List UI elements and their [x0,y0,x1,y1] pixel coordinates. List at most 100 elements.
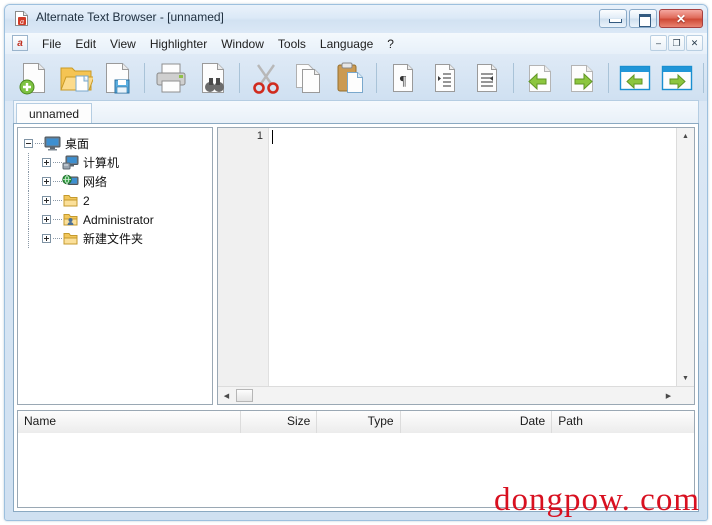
pilcrow-icon: ¶ [393,64,413,92]
user-folder-icon [62,212,79,227]
previous-document-button[interactable] [519,57,561,99]
maximize-button[interactable] [629,9,657,28]
expand-icon[interactable] [42,177,51,186]
tree-item-new-folder[interactable]: 新建文件夹 [24,229,212,248]
close-icon: ✕ [675,11,687,26]
title-bar[interactable]: a Alternate Text Browser - [unnamed] ✕ [5,5,707,34]
expand-icon[interactable] [42,215,51,224]
indent-button[interactable] [424,57,466,99]
text-editor-pane[interactable]: 1 ▲ ▼ ◀ ▶ [217,127,695,405]
tree-item-network[interactable]: 网络 [24,172,212,191]
next-window-button[interactable] [656,57,698,99]
maximize-icon [639,14,651,27]
tree-item-desktop[interactable]: 桌面 [24,134,212,153]
line-number-gutter: 1 [218,128,269,387]
show-marks-button[interactable]: ¶ [382,57,424,99]
close-button[interactable]: ✕ [659,9,703,28]
tree-item-label: 新建文件夹 [83,232,144,246]
expand-icon[interactable] [42,158,51,167]
toolbar-separator [144,63,145,93]
scroll-down-button[interactable]: ▼ [677,370,694,387]
tree-item-label: Administrator [83,212,154,227]
tree-item-label: 2 [83,193,90,208]
folder-tree-pane[interactable]: 桌面 计算机 网络 2 Administrator 新建文件夹 [17,127,213,405]
new-document-icon [19,63,45,95]
window-title: Alternate Text Browser - [unnamed] [36,10,224,24]
text-editor-area[interactable] [269,128,677,387]
scroll-right-button[interactable]: ▶ [660,387,677,404]
folder-icon [62,231,79,246]
monitor-icon [44,136,61,151]
menu-edit[interactable]: Edit [68,35,103,53]
menu-language[interactable]: Language [313,35,380,53]
app-document-a-icon: a [13,10,30,27]
clipboard-paste-icon [337,62,363,93]
tree-item-label: 桌面 [65,137,90,151]
expand-icon[interactable] [42,196,51,205]
new-document-button[interactable] [13,57,55,99]
menu-window[interactable]: Window [214,35,271,53]
open-file-button[interactable] [55,57,97,99]
tab-unnamed[interactable]: unnamed [16,103,93,125]
svg-text:¶: ¶ [400,74,407,89]
tree-connector [53,237,62,240]
column-header-size[interactable]: Size [241,411,318,433]
copy-pages-icon [296,64,320,93]
tree-connector [35,142,44,145]
menu-items: File Edit View Highlighter Window Tools … [35,33,401,54]
expand-icon[interactable] [42,234,51,243]
paste-button[interactable] [329,57,371,99]
tree-indent [24,172,42,191]
horizontal-scroll-thumb[interactable] [236,389,253,402]
line-number: 1 [256,130,263,142]
tree-item-computer[interactable]: 计算机 [24,153,212,172]
cut-button[interactable] [245,57,287,99]
collapse-icon[interactable] [24,139,33,148]
menu-tools[interactable]: Tools [271,35,313,53]
mdi-document-icon[interactable]: a [12,35,28,51]
toolbar-separator [703,63,704,93]
scroll-left-button[interactable]: ◀ [218,387,235,404]
text-caret [272,130,273,144]
previous-window-button[interactable] [614,57,656,99]
mdi-close-button[interactable]: ✕ [686,35,703,51]
print-button[interactable] [150,57,192,99]
column-header-path[interactable]: Path [552,411,694,433]
editor-vertical-scrollbar[interactable]: ▲ ▼ [676,128,694,387]
computer-icon [62,155,79,170]
scroll-up-button[interactable]: ▲ [677,128,694,145]
menu-highlighter[interactable]: Highlighter [143,35,214,53]
print-preview-button[interactable] [192,57,234,99]
copy-button[interactable] [287,57,329,99]
mdi-minimize-button[interactable]: – [650,35,667,51]
tree-indent [24,210,42,229]
document-binoculars-icon [202,63,224,93]
tree-item-folder-2[interactable]: 2 [24,191,212,210]
tree-item-administrator[interactable]: Administrator [24,210,212,229]
menu-help[interactable]: ? [380,35,401,53]
column-header-name[interactable]: Name [18,411,241,433]
mdi-restore-button[interactable]: ❐ [668,35,685,51]
save-file-button[interactable] [97,57,139,99]
editor-horizontal-scrollbar[interactable]: ◀ ▶ [218,386,694,404]
minimize-button[interactable] [599,9,627,28]
toolbar-separator [513,63,514,93]
document-tab-strip: unnamed [13,100,699,125]
toolbar-separator [239,63,240,93]
outdent-icon [477,64,497,92]
outdent-button[interactable] [466,57,508,99]
toolbar-separator [376,63,377,93]
next-document-button[interactable] [561,57,603,99]
printer-icon [156,63,186,93]
scrollbar-corner [677,387,694,404]
save-disk-icon [106,63,130,94]
menu-view[interactable]: View [103,35,143,53]
arrow-left-document-icon [528,65,551,92]
column-header-type[interactable]: Type [317,411,401,433]
network-globe-icon [62,174,79,189]
tree-connector [53,199,62,202]
tree-indent [24,153,42,172]
column-header-date[interactable]: Date [401,411,553,433]
toolbar: ¶ [5,54,707,101]
menu-file[interactable]: File [35,35,68,53]
